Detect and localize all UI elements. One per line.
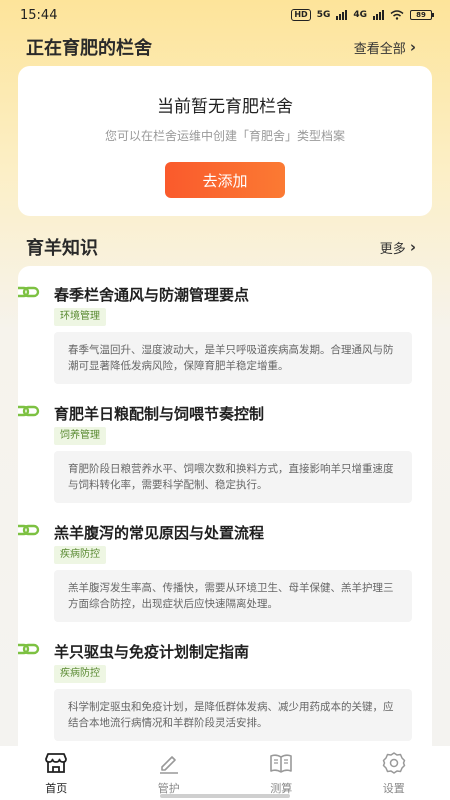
article-title: 春季栏舍通风与防潮管理要点 — [54, 286, 250, 304]
tab-home[interactable]: 首页 — [16, 750, 96, 796]
status-indicators: HD 5G 4G 89 — [291, 9, 434, 21]
network-5g-label: 5G — [316, 10, 331, 20]
knowledge-header: 育羊知识 更多 › — [26, 234, 416, 260]
wifi-icon — [390, 10, 404, 20]
tab-label: 首页 — [45, 782, 68, 795]
status-bar: 15:44 HD 5G 4G 89 — [0, 0, 450, 30]
article-item[interactable]: 育肥羊日粮配制与饲喂节奏控制 饲养管理 育肥阶段日粮营养水平、饲喂次数和换料方式… — [18, 385, 432, 503]
article-title: 羊只驱虫与免疫计划制定指南 — [54, 643, 250, 661]
battery-icon: 89 — [410, 10, 434, 20]
fattening-title: 正在育肥的栏舍 — [26, 38, 152, 59]
signal-icon-2 — [373, 10, 384, 20]
edit-icon — [159, 756, 178, 774]
tab-care[interactable]: 管护 — [129, 750, 209, 796]
empty-description: 您可以在栏舍运维中创建「育肥舍」类型档案 — [104, 129, 345, 143]
article-title: 育肥羊日粮配制与饲喂节奏控制 — [54, 405, 265, 423]
add-button[interactable]: 去添加 — [165, 162, 285, 198]
tab-settings[interactable]: 设置 — [354, 750, 434, 796]
hd-badge: HD — [291, 9, 311, 21]
empty-title: 当前暂无育肥栏舍 — [157, 97, 293, 117]
signal-icon — [336, 10, 348, 20]
fattening-header: 正在育肥的栏舍 查看全部 › — [26, 34, 416, 60]
tab-calc[interactable]: 测算 — [241, 750, 321, 796]
home-indicator — [160, 794, 290, 798]
status-time: 15:44 — [20, 7, 58, 23]
network-4g-label: 4G — [353, 10, 367, 20]
view-all-label: 查看全部 — [353, 41, 406, 57]
book-icon — [270, 754, 293, 773]
tab-label: 设置 — [382, 782, 405, 795]
article-tag: 饲养管理 — [54, 427, 106, 445]
link-icon — [18, 524, 40, 536]
article-summary: 羔羊腹泻发生率高、传播快，需要从环境卫生、母羊保健、羔羊护理三方面综合防控，出现… — [54, 570, 412, 622]
article-item[interactable]: 春季栏舍通风与防潮管理要点 环境管理 春季气温回升、湿度波动大，是羊只呼吸道疾病… — [18, 266, 432, 384]
link-icon — [18, 286, 40, 298]
article-summary: 育肥阶段日粮营养水平、饲喂次数和换料方式，直接影响羊只增重速度与饲料转化率，需要… — [54, 451, 412, 503]
chevron-right-icon: › — [409, 38, 416, 56]
article-item[interactable]: 羔羊腹泻的常见原因与处置流程 疾病防控 羔羊腹泻发生率高、传播快，需要从环境卫生… — [18, 504, 432, 622]
empty-fattening-card: 当前暂无育肥栏舍 您可以在栏舍运维中创建「育肥舍」类型档案 去添加 — [18, 66, 432, 216]
more-label: 更多 — [379, 241, 406, 257]
knowledge-list: 春季栏舍通风与防潮管理要点 环境管理 春季气温回升、湿度波动大，是羊只呼吸道疾病… — [18, 266, 432, 746]
link-icon — [18, 405, 40, 417]
knowledge-title: 育羊知识 — [26, 238, 98, 259]
link-icon — [18, 643, 40, 655]
article-item[interactable]: 羊只驱虫与免疫计划制定指南 疾病防控 科学制定驱虫和免疫计划，是降低群体发病、减… — [18, 623, 432, 741]
article-summary: 春季气温回升、湿度波动大，是羊只呼吸道疾病高发期。合理通风与防潮可显著降低发病风… — [54, 332, 412, 384]
article-summary: 科学制定驱虫和免疫计划，是降低群体发病、减少用药成本的关键，应结合本地流行病情况… — [54, 689, 412, 741]
article-title: 羔羊腹泻的常见原因与处置流程 — [54, 524, 265, 542]
store-icon — [45, 753, 68, 773]
gear-icon — [382, 752, 405, 774]
more-link[interactable]: 更多 › — [380, 238, 416, 257]
view-all-link[interactable]: 查看全部 › — [354, 38, 416, 57]
article-tag: 疾病防控 — [54, 546, 106, 564]
chevron-right-icon: › — [409, 238, 416, 256]
bottom-tab-bar: 首页 管护 测算 设置 — [0, 746, 450, 800]
article-tag: 疾病防控 — [54, 665, 106, 683]
article-tag: 环境管理 — [54, 308, 106, 326]
